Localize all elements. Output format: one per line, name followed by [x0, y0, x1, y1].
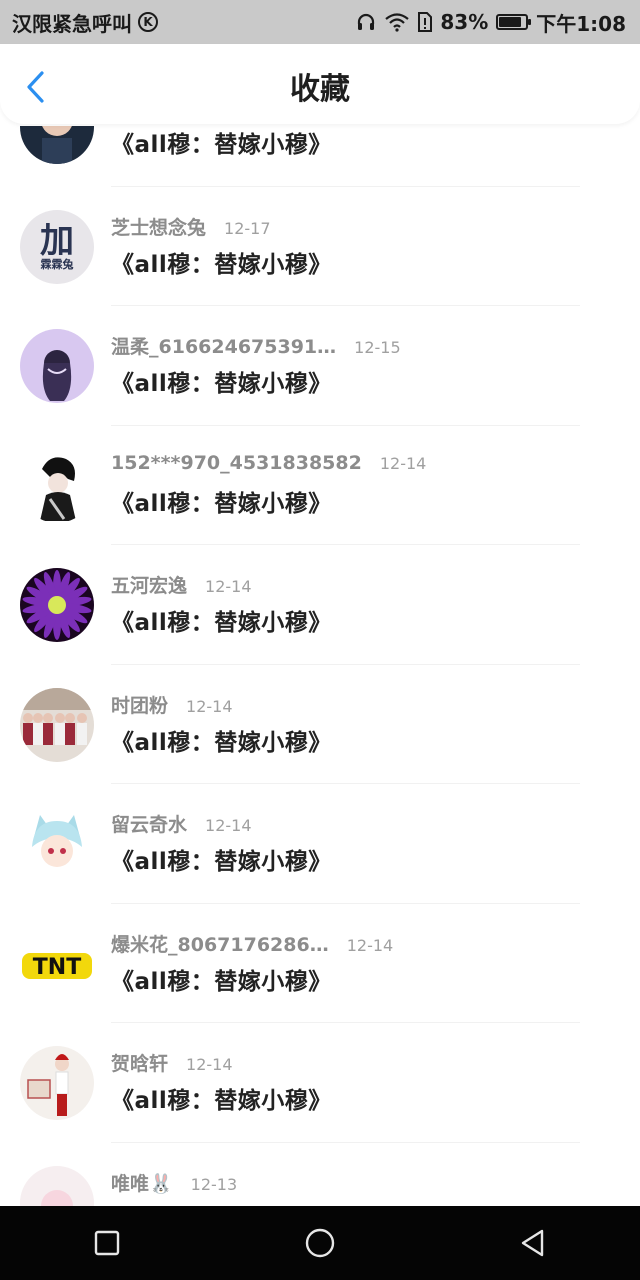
book-title[interactable]: 《all穆：替嫁小穆》 [111, 723, 332, 757]
circle-icon [305, 1228, 335, 1258]
book-title[interactable]: 《all穆：替嫁小穆》 [111, 962, 332, 996]
list-item[interactable]: 唯唯🐰12-13《all穆：替嫁小穆》 [0, 1143, 640, 1206]
avatar[interactable] [20, 448, 94, 523]
recent-apps-button[interactable] [87, 1223, 127, 1263]
system-nav-bar [0, 1206, 640, 1280]
book-title[interactable]: 《all穆：替嫁小穆》 [111, 842, 332, 876]
clock: 下午1:08 [536, 11, 626, 36]
user-name: 时团粉 [111, 694, 169, 717]
book-title[interactable]: 《all穆：替嫁小穆》 [111, 484, 332, 518]
book-title[interactable]: 《all穆：替嫁小穆》 [111, 364, 332, 398]
headphone-icon [358, 13, 375, 30]
list-item[interactable]: 五河宏逸 12-14 《all穆：替嫁小穆》 [0, 545, 640, 665]
list-item[interactable]: 152***970_4531838582 12-14 《all穆：替嫁小穆》 [0, 426, 640, 545]
user-name: 唯唯🐰 [111, 1172, 173, 1195]
book-title[interactable]: 《all穆：替嫁小穆》 [111, 245, 332, 279]
item-meta: 爆米花_8067176286… 12-14 [111, 930, 393, 957]
list-item[interactable]: 加霖霖兔 芝士想念兔 12-17 《all穆：替嫁小穆》 [0, 187, 640, 306]
item-meta: 芝士想念兔 12-17 [111, 213, 271, 240]
item-date: 12-14 [346, 935, 394, 955]
item-meta: 留云奇水 12-14 [111, 810, 252, 837]
item-date: 12-14 [186, 1055, 233, 1074]
item-meta: 温柔_616624675391… 12-15 [111, 332, 401, 359]
list-item[interactable]: TNT 爆米花_8067176286… 12-14 《all穆：替嫁小穆》 [0, 904, 640, 1023]
user-name: 芝士想念兔 [111, 216, 207, 239]
svg-text:TNT: TNT [33, 955, 81, 980]
status-bar: 汉限紧急呼叫 K 83% 下午1:08 [0, 0, 640, 44]
item-meta: 时团粉 12-14 [111, 691, 233, 718]
avatar[interactable]: 加霖霖兔 [20, 209, 94, 284]
avatar[interactable] [20, 329, 94, 403]
user-name: 五河宏逸 [111, 575, 188, 597]
battery-icon [496, 14, 532, 30]
item-date: 12-14 [186, 696, 233, 716]
user-name: 152***970_4531838582 [111, 451, 362, 474]
item-meta: 五河宏逸 12-14 [111, 571, 252, 598]
home-button[interactable] [300, 1223, 340, 1263]
book-title[interactable]: 《all穆：替嫁小穆》 [111, 603, 332, 637]
app-header: 收藏 [0, 44, 640, 124]
wifi-icon [385, 13, 410, 32]
list-item[interactable]: 贺晗轩 12-14 《all穆：替嫁小穆》 [0, 1023, 640, 1143]
triangle-back-icon [522, 1229, 544, 1257]
user-name: 爆米花_8067176286… [111, 933, 329, 956]
favorites-list[interactable]: 宋忠鑫_38389505112-18《all穆：替嫁小穆》加霖霖兔芝士想念兔12… [0, 126, 640, 1206]
sim-alert-icon [418, 12, 433, 32]
book-title[interactable]: 《all穆：替嫁小穆》 [111, 1081, 332, 1115]
page-title: 收藏 [290, 72, 350, 107]
user-name: 留云奇水 [111, 814, 188, 836]
item-date: 12-13 [190, 1174, 238, 1194]
square-icon [94, 1230, 119, 1256]
item-date: 12-14 [379, 453, 427, 473]
item-date: 12-17 [224, 218, 271, 238]
list-item[interactable]: 温柔_616624675391… 12-15 《all穆：替嫁小穆》 [0, 306, 640, 426]
item-meta: 152***970_4531838582 12-14 [111, 452, 426, 474]
item-date: 12-14 [205, 816, 252, 835]
item-date: 12-14 [205, 577, 252, 596]
item-date: 12-15 [354, 338, 401, 357]
svg-text:霖霖兔: 霖霖兔 [41, 257, 74, 271]
svg-text:加: 加 [40, 221, 74, 261]
battery-percent: 83% [440, 10, 489, 34]
list-item[interactable]: 留云奇水 12-14 《all穆：替嫁小穆》 [0, 784, 640, 904]
list-item[interactable]: 时团粉 12-14 《all穆：替嫁小穆》 [0, 665, 640, 784]
carrier-text: 汉限紧急呼叫 [12, 11, 132, 36]
avatar[interactable] [20, 1165, 94, 1206]
user-name: 温柔_616624675391… [111, 336, 337, 358]
k-badge-icon: K [138, 12, 158, 32]
avatar[interactable] [20, 1046, 94, 1120]
avatar[interactable]: TNT [20, 926, 94, 1001]
avatar[interactable] [20, 687, 94, 762]
item-meta: 贺晗轩 12-14 [111, 1049, 233, 1076]
item-meta: 唯唯🐰 12-13 [111, 1169, 237, 1196]
avatar[interactable] [20, 568, 94, 642]
user-name: 贺晗轩 [111, 1053, 169, 1075]
avatar[interactable] [20, 807, 94, 881]
back-nav-button[interactable] [513, 1223, 553, 1263]
